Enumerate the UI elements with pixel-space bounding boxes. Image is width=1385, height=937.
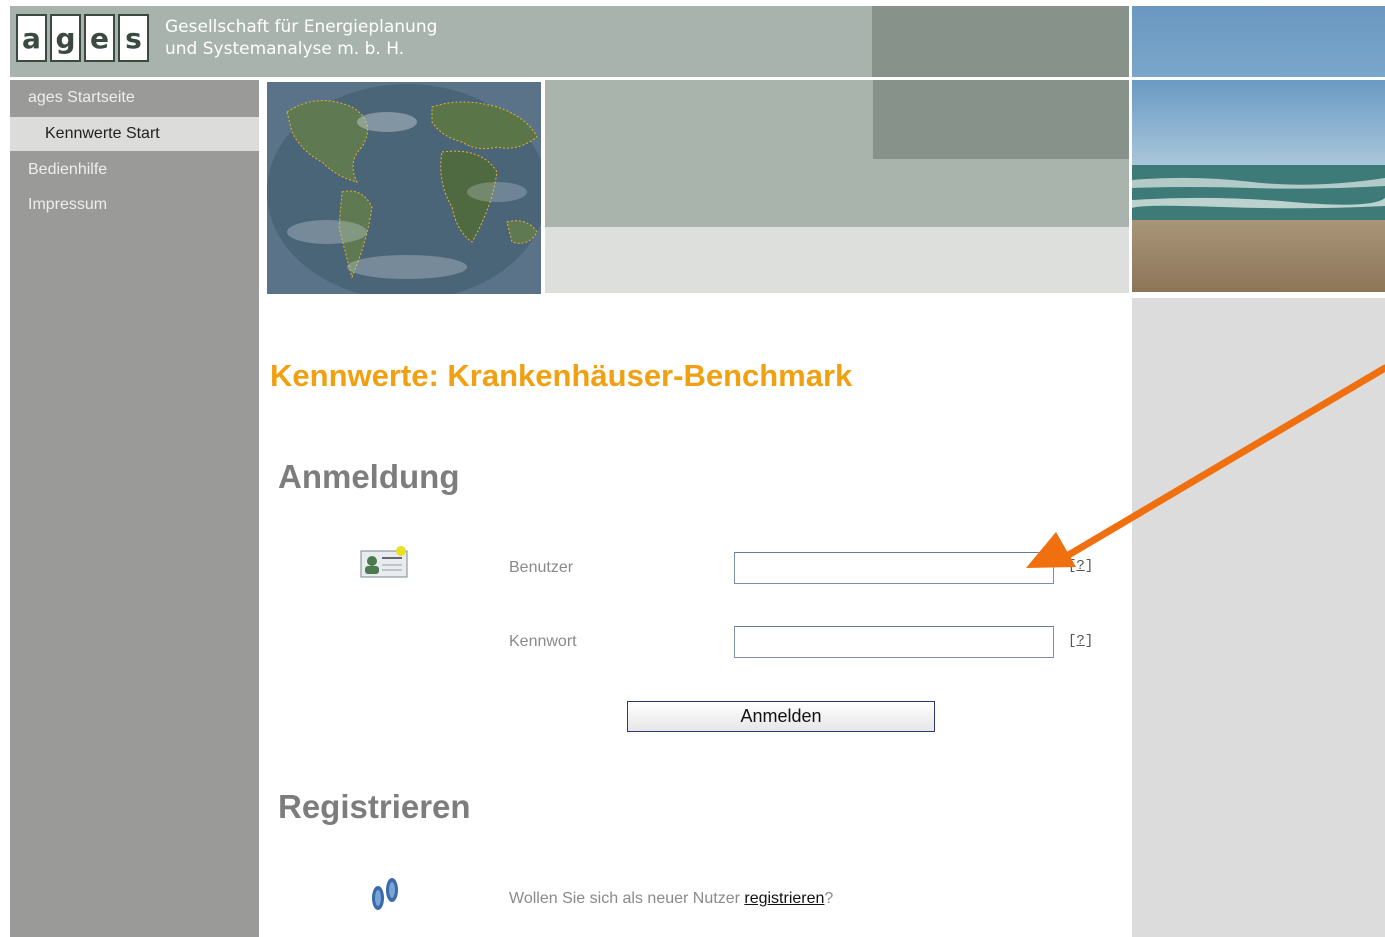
- header-sky-image: [1132, 6, 1385, 77]
- banner-light-block: [545, 227, 1129, 293]
- company-line-1: Gesellschaft für Energieplanung: [165, 17, 438, 37]
- sidebar-item-bedienhilfe[interactable]: Bedienhilfe: [10, 153, 259, 187]
- annotation-arrow-shaft: [1056, 364, 1385, 564]
- password-label: Kennwort: [509, 633, 577, 650]
- page-title: Kennwerte: Krankenhäuser-Benchmark: [270, 358, 853, 393]
- logo-letter: a: [16, 14, 47, 62]
- user-field[interactable]: [734, 552, 1054, 584]
- banner-block: [545, 80, 873, 227]
- header-decor-block: [872, 6, 1129, 77]
- logo-letter: s: [118, 14, 149, 62]
- login-heading: Anmeldung: [278, 458, 460, 495]
- beach-image: [1132, 80, 1385, 292]
- sidebar-item-impressum[interactable]: Impressum: [10, 188, 259, 222]
- user-label: Benutzer: [509, 559, 574, 576]
- logo-letter: g: [50, 14, 81, 62]
- password-help-link[interactable]: [?]: [1068, 633, 1093, 649]
- company-line-2: und Systemanalyse m. b. H.: [165, 39, 405, 59]
- sidebar-item-kennwerte-start[interactable]: Kennwerte Start: [10, 117, 259, 151]
- banner-decor-block: [873, 80, 1129, 159]
- annotation-arrow-head: [1026, 532, 1076, 568]
- register-text-after: ?: [824, 890, 834, 907]
- company-name: Gesellschaft für Energieplanung und Syst…: [165, 16, 437, 60]
- sidebar-item-ages-startseite[interactable]: ages Startseite: [10, 81, 259, 115]
- ages-logo[interactable]: a g e s: [16, 14, 155, 66]
- password-help-label: ?: [1076, 633, 1085, 649]
- id-card-icon: [360, 545, 408, 579]
- register-text: Wollen Sie sich als neuer Nutzer registr…: [509, 890, 833, 908]
- banner-block: [873, 159, 1129, 227]
- login-button[interactable]: Anmelden: [627, 701, 935, 732]
- world-map-image: [267, 82, 541, 294]
- register-link[interactable]: registrieren: [744, 890, 824, 907]
- annotation-arrow: [1026, 364, 1385, 568]
- register-text-before: Wollen Sie sich als neuer Nutzer: [509, 890, 745, 907]
- sidebar: ages Startseite Kennwerte Start Bedienhi…: [10, 80, 259, 937]
- footprints-icon: [368, 874, 402, 916]
- register-heading: Registrieren: [278, 788, 471, 825]
- password-field[interactable]: [734, 626, 1054, 658]
- logo-letter: e: [84, 14, 115, 62]
